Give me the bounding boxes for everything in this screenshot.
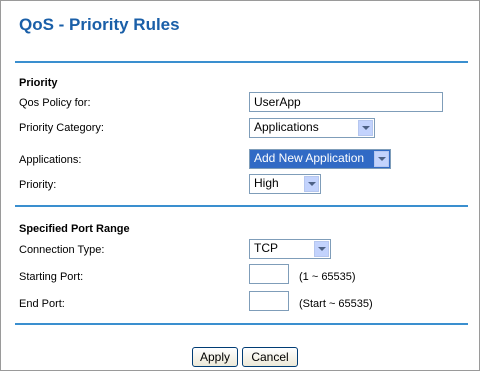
- connection-type-select[interactable]: TCP: [249, 239, 331, 259]
- chevron-down-icon[interactable]: [304, 176, 319, 192]
- connection-type-label: Connection Type:: [19, 244, 105, 256]
- policy-name-input[interactable]: UserApp: [249, 92, 443, 112]
- starting-port-hint: (1 ~ 65535): [299, 271, 356, 283]
- priority-category-label: Priority Category:: [19, 122, 104, 134]
- chevron-down-icon[interactable]: [314, 241, 329, 257]
- divider-middle: [15, 205, 468, 207]
- divider-bottom: [15, 323, 468, 325]
- chevron-down-icon[interactable]: [374, 151, 389, 167]
- priority-label: Priority:: [19, 179, 57, 191]
- priority-select[interactable]: High: [249, 174, 321, 194]
- starting-port-label: Starting Port:: [19, 271, 84, 283]
- port-range-section-heading: Specified Port Range: [19, 223, 130, 235]
- end-port-input[interactable]: [249, 291, 289, 311]
- priority-value: High: [254, 176, 279, 190]
- applications-label: Applications:: [19, 154, 82, 166]
- starting-port-input[interactable]: [249, 264, 289, 284]
- end-port-hint: (Start ~ 65535): [299, 298, 373, 310]
- priority-section-heading: Priority: [19, 77, 58, 89]
- end-port-label: End Port:: [19, 298, 65, 310]
- chevron-down-icon[interactable]: [358, 120, 373, 136]
- applications-select[interactable]: Add New Application: [249, 149, 391, 169]
- connection-type-value: TCP: [254, 241, 278, 255]
- applications-value: Add New Application: [254, 151, 365, 165]
- cancel-button[interactable]: Cancel: [242, 347, 298, 367]
- divider-top: [15, 61, 468, 63]
- policy-label: Qos Policy for:: [19, 97, 91, 109]
- priority-category-select[interactable]: Applications: [249, 118, 375, 138]
- apply-button[interactable]: Apply: [192, 347, 238, 367]
- qos-priority-rules-panel: QoS - Priority Rules Priority Qos Policy…: [0, 0, 480, 371]
- priority-category-value: Applications: [254, 120, 319, 134]
- page-title: QoS - Priority Rules: [19, 15, 180, 34]
